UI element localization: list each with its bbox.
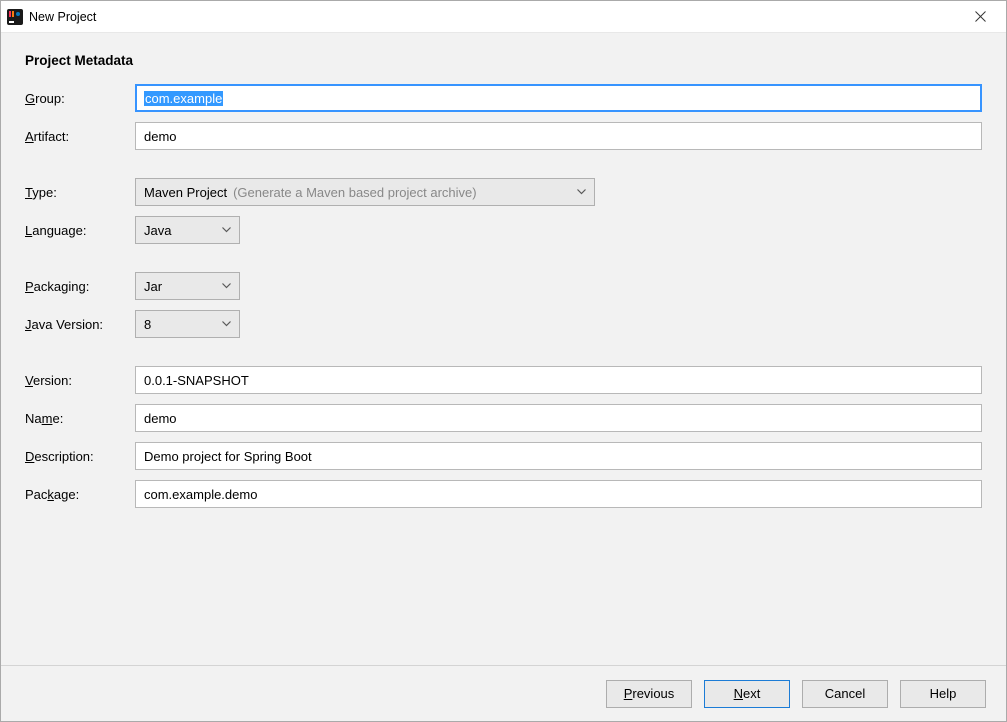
group-label: Group: — [25, 91, 135, 106]
package-label: Package: — [25, 487, 135, 502]
artifact-label: Artifact: — [25, 129, 135, 144]
type-label: Type: — [25, 185, 135, 200]
titlebar: New Project — [1, 1, 1006, 33]
previous-button[interactable]: Previous — [606, 680, 692, 708]
description-input[interactable]: Demo project for Spring Boot — [135, 442, 982, 470]
chevron-down-icon — [219, 321, 233, 327]
section-title: Project Metadata — [25, 53, 982, 68]
close-button[interactable] — [964, 5, 996, 29]
dialog-footer: Previous Next Cancel Help — [1, 665, 1006, 721]
type-select[interactable]: Maven Project (Generate a Maven based pr… — [135, 178, 595, 206]
metadata-form: Group: com.example Artifact: demo Type: … — [25, 84, 982, 508]
cancel-button[interactable]: Cancel — [802, 680, 888, 708]
artifact-input[interactable]: demo — [135, 122, 982, 150]
name-label: Name: — [25, 411, 135, 426]
language-label: Language: — [25, 223, 135, 238]
package-input[interactable]: com.example.demo — [135, 480, 982, 508]
name-input[interactable]: demo — [135, 404, 982, 432]
content-area: Project Metadata Group: com.example Arti… — [1, 33, 1006, 665]
help-button[interactable]: Help — [900, 680, 986, 708]
language-select[interactable]: Java — [135, 216, 240, 244]
java-version-label: Java Version: — [25, 317, 135, 332]
chevron-down-icon — [219, 227, 233, 233]
window-title: New Project — [29, 10, 964, 24]
java-version-select[interactable]: 8 — [135, 310, 240, 338]
version-label: Version: — [25, 373, 135, 388]
packaging-label: Packaging: — [25, 279, 135, 294]
next-button[interactable]: Next — [704, 680, 790, 708]
description-label: Description: — [25, 449, 135, 464]
packaging-select[interactable]: Jar — [135, 272, 240, 300]
chevron-down-icon — [574, 189, 588, 195]
group-input[interactable]: com.example — [135, 84, 982, 112]
intellij-icon — [7, 9, 23, 25]
version-input[interactable]: 0.0.1-SNAPSHOT — [135, 366, 982, 394]
chevron-down-icon — [219, 283, 233, 289]
close-icon — [975, 11, 986, 22]
